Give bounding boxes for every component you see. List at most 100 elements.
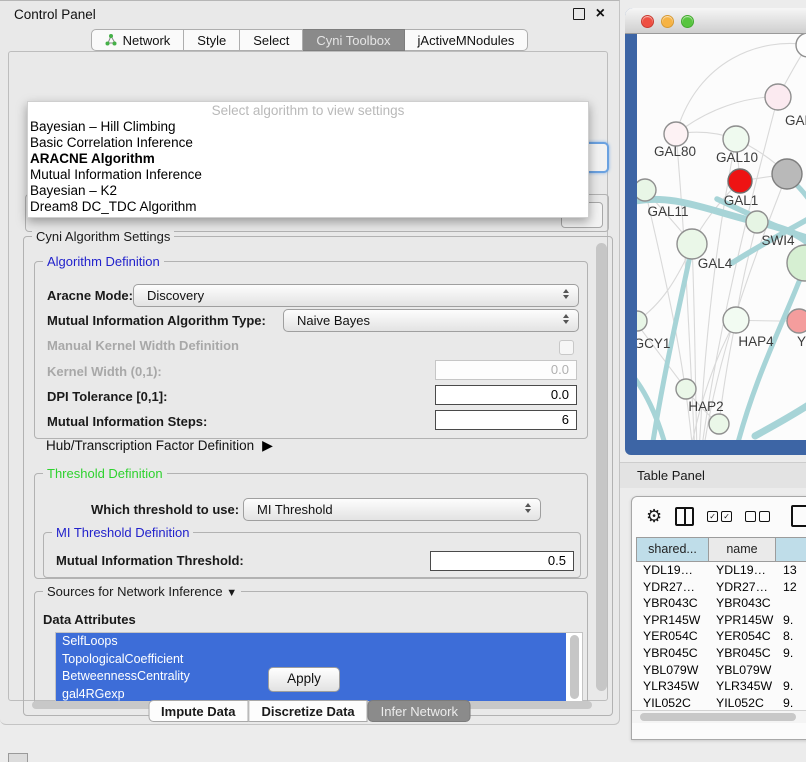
algorithm-definition-group: Algorithm Definition Aracne Mode: Discov…	[34, 261, 588, 439]
table-row[interactable]: YPR145WYPR145W9.	[636, 612, 806, 629]
column-header-shared-name[interactable]: shared...	[636, 537, 709, 562]
column-header-name[interactable]: name	[709, 537, 776, 562]
cell: YIL052C	[636, 695, 709, 711]
dropdown-item[interactable]: Dream8 DC_TDC Algorithm	[28, 199, 588, 215]
network-window-titlebar	[625, 8, 806, 34]
table-row[interactable]: YBL079WYBL079W	[636, 662, 806, 679]
aracne-mode-label: Aracne Mode:	[47, 284, 133, 307]
which-threshold-combo[interactable]: MI Threshold	[243, 498, 541, 521]
cell: YPR145W	[636, 612, 709, 629]
node-hap4[interactable]	[723, 307, 749, 333]
cell: 13	[776, 562, 806, 579]
table-row[interactable]: YDL19…YDL19…13	[636, 562, 806, 579]
network-canvas[interactable]: GAL80 GAL10 GAL1 GAL11 GAL4 SWI4 HAP4 HA…	[637, 34, 806, 440]
node-label-gal80: GAL80	[654, 144, 696, 159]
node-swi4[interactable]	[746, 211, 768, 233]
cell: YIL052C	[709, 695, 776, 711]
cell: YBR043C	[636, 595, 709, 612]
kernel-width-field[interactable]: 0.0	[435, 360, 577, 380]
node-label-swi4: SWI4	[761, 233, 794, 248]
table-panel-bar: Table Panel	[620, 462, 806, 488]
cell: 12	[776, 579, 806, 596]
node-gal1-selected[interactable]	[728, 169, 752, 193]
cell: YBR045C	[709, 645, 776, 662]
manual-kernel-checkbox[interactable]	[559, 340, 574, 355]
table-horizontal-scrollbar[interactable]	[640, 713, 796, 721]
dropdown-item[interactable]: Bayesian – Hill Climbing	[28, 119, 588, 135]
table-panel-title: Table Panel	[637, 468, 705, 483]
dropdown-item[interactable]: Mutual Information Inference	[28, 167, 588, 183]
close-icon[interactable]: ×	[596, 9, 605, 19]
screen: Control Panel × Network Style	[0, 0, 806, 762]
tab-cyni-toolbox[interactable]: Cyni Toolbox	[303, 29, 404, 51]
minimize-traffic-light[interactable]	[661, 15, 674, 28]
sources-title[interactable]: Sources for Network Inference ▼	[43, 584, 241, 599]
node-hap2[interactable]	[676, 379, 696, 399]
close-traffic-light[interactable]	[641, 15, 654, 28]
node-salmon[interactable]	[787, 309, 806, 333]
zoom-traffic-light[interactable]	[681, 15, 694, 28]
gear-icon[interactable]: ⚙	[646, 507, 662, 525]
cell: YDL19…	[636, 562, 709, 579]
dpi-tolerance-field[interactable]: 0.0	[435, 385, 577, 405]
node-gal80[interactable]	[664, 122, 688, 146]
select-all-icon[interactable]: ✓✓	[707, 511, 732, 522]
apply-button[interactable]: Apply	[268, 667, 340, 692]
attribute-item-selected[interactable]: TopologicalCoefficient	[56, 651, 566, 669]
document-icon[interactable]	[791, 505, 806, 527]
table-row[interactable]: YIL052CYIL052C9.	[636, 695, 806, 711]
mi-threshold-field[interactable]: 0.5	[430, 551, 574, 571]
tab-jactivemnodules[interactable]: jActiveMNodules	[405, 29, 529, 51]
tab-discretize-data[interactable]: Discretize Data	[248, 700, 367, 722]
tab-impute-data[interactable]: Impute Data	[148, 700, 248, 722]
control-panel-window: Control Panel × Network Style	[0, 0, 620, 725]
table-row[interactable]: YER054CYER054C8.	[636, 628, 806, 645]
cell	[776, 595, 806, 612]
tab-select[interactable]: Select	[240, 29, 303, 51]
dropdown-item-selected[interactable]: ARACNE Algorithm	[28, 151, 588, 167]
tab-infer-network[interactable]: Infer Network	[368, 700, 471, 722]
minimized-panel-icon[interactable]	[8, 753, 28, 762]
mi-threshold-label: Mutual Information Threshold:	[56, 551, 244, 571]
cell: 8.	[776, 628, 806, 645]
control-panel-tabs: Network Style Select Cyni Toolbox jActiv…	[0, 29, 619, 51]
mi-type-combo[interactable]: Naive Bayes	[283, 309, 579, 332]
table-row[interactable]: YBR045CYBR045C9.	[636, 645, 806, 662]
node-gal7[interactable]	[765, 84, 791, 110]
settings-vertical-scrollbar[interactable]	[596, 243, 607, 691]
cell: YBR043C	[709, 595, 776, 612]
mi-steps-field[interactable]: 6	[435, 410, 577, 430]
tab-style[interactable]: Style	[184, 29, 240, 51]
cell: YER054C	[709, 628, 776, 645]
mi-steps-label: Mutual Information Steps:	[47, 412, 207, 432]
node-gal11[interactable]	[637, 179, 656, 201]
column-header-partial[interactable]	[776, 537, 806, 562]
node-gal10[interactable]	[723, 126, 749, 152]
table-body: YDL19…YDL19…13 YDR27…YDR27…12 YBR043CYBR…	[636, 562, 806, 711]
deselect-all-icon[interactable]	[745, 511, 770, 522]
node-label-gal1: GAL1	[724, 193, 759, 208]
table-row[interactable]: YDR27…YDR27…12	[636, 579, 806, 596]
dropdown-item[interactable]: Bayesian – K2	[28, 183, 588, 199]
node-gray[interactable]	[772, 159, 802, 189]
cell: YBR045C	[636, 645, 709, 662]
attributes-vertical-scrollbar[interactable]	[570, 635, 579, 699]
table-row[interactable]: YBR043CYBR043C	[636, 595, 806, 612]
node-gal4[interactable]	[677, 229, 707, 259]
attribute-item-selected[interactable]: SelfLoops	[56, 633, 566, 651]
cell: YPR145W	[709, 612, 776, 629]
node-big-green[interactable]	[787, 245, 806, 281]
hub-definition-expander[interactable]: Hub/Transcription Factor Definition ▶	[46, 436, 273, 454]
table-row[interactable]: YLR345WYLR345W9.	[636, 678, 806, 695]
cell: YBL079W	[636, 662, 709, 679]
tab-jactivemnodules-label: jActiveMNodules	[418, 33, 515, 48]
split-columns-icon[interactable]	[675, 507, 694, 526]
tab-network[interactable]: Network	[91, 29, 185, 51]
aracne-mode-combo[interactable]: Discovery	[133, 284, 579, 307]
dropdown-item[interactable]: Basic Correlation Inference	[28, 135, 588, 151]
node-bottom[interactable]	[709, 414, 729, 434]
node-unlabeled[interactable]	[796, 34, 806, 57]
float-window-icon[interactable]	[573, 8, 585, 20]
settings-group-title: Cyni Algorithm Settings	[32, 229, 174, 244]
manual-kernel-label: Manual Kernel Width Definition	[47, 338, 239, 353]
